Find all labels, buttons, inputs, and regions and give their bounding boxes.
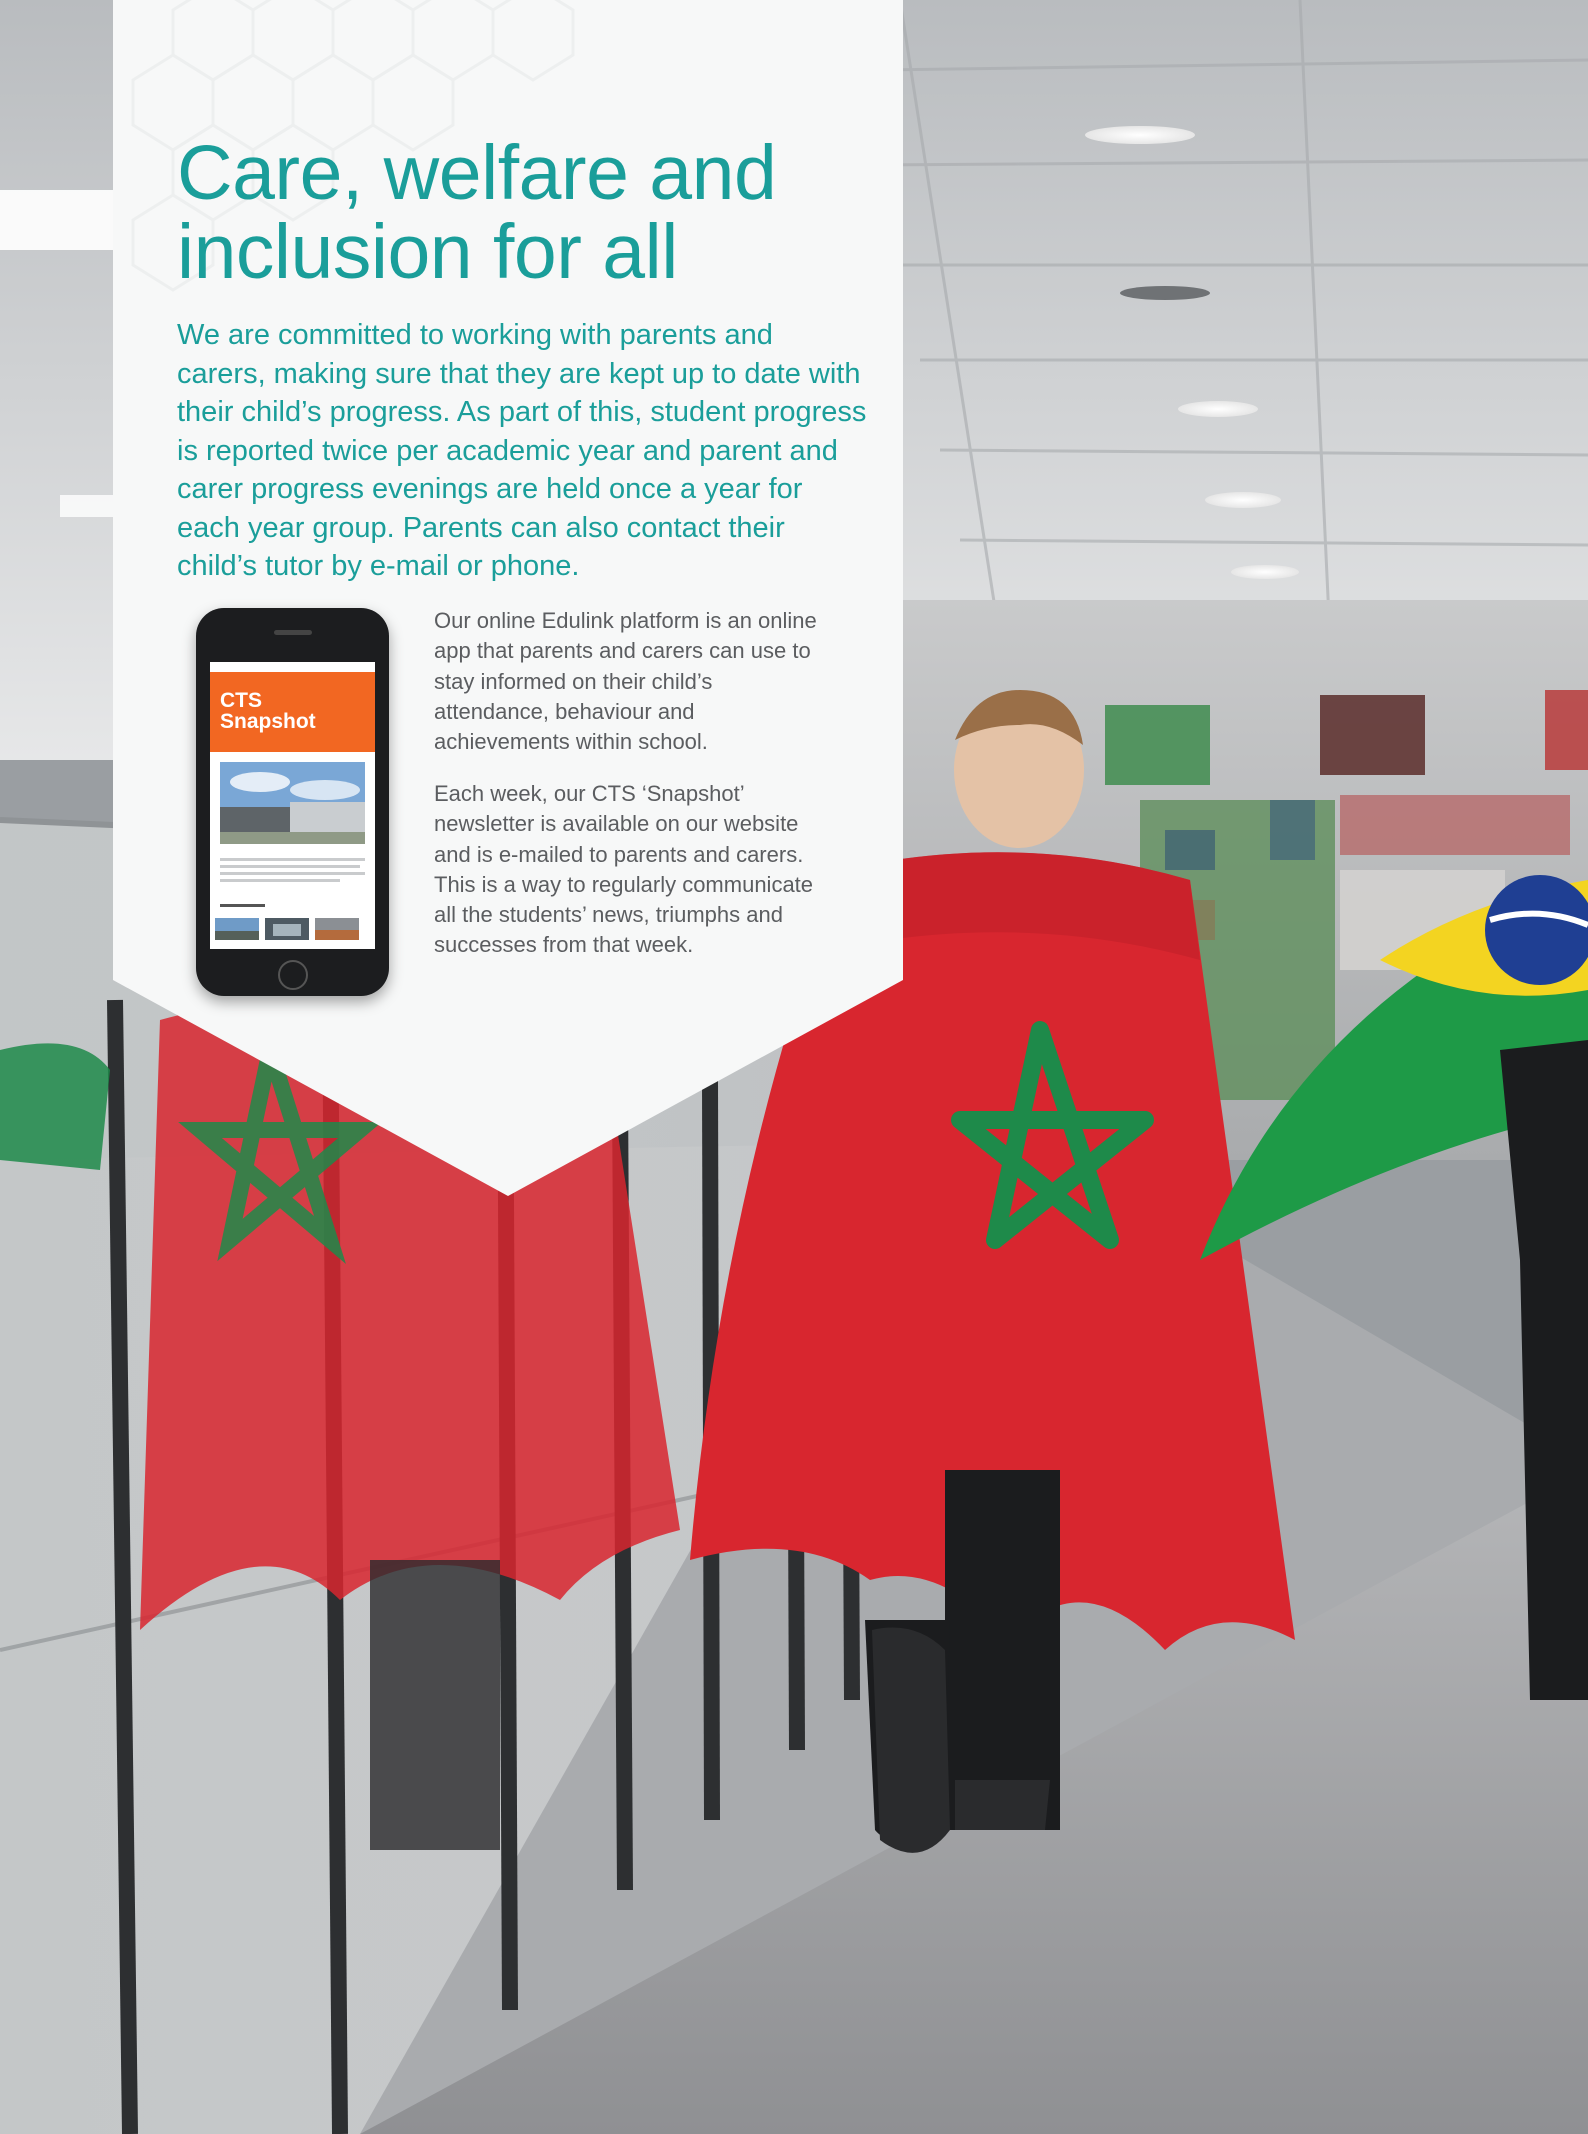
app-thumbnail: [215, 918, 259, 940]
phone-mockup: CTS Snapshot: [196, 608, 389, 996]
phone-home-button: [278, 960, 308, 990]
intro-paragraph: We are committed to working with parents…: [177, 319, 867, 582]
phone-screen: CTS Snapshot: [210, 662, 375, 949]
page-title: Care, welfare and inclusion for all: [177, 130, 777, 295]
app-header: CTS Snapshot: [210, 672, 375, 752]
app-text-line: [220, 872, 365, 875]
snapshot-paragraph: Each week, our CTS ‘Snapshot’ newsletter…: [434, 781, 814, 958]
app-thumbnail: [315, 918, 359, 940]
edulink-paragraph: Our online Edulink platform is an online…: [434, 608, 817, 755]
app-thumbnail: [265, 918, 309, 940]
app-text-line: [220, 865, 360, 868]
app-text-line: [220, 879, 340, 882]
phone-speaker: [274, 630, 312, 635]
app-title: CTS Snapshot: [220, 689, 316, 733]
app-section-line: [220, 904, 265, 907]
school-building-photo: [220, 762, 365, 844]
app-text-line: [220, 858, 365, 861]
